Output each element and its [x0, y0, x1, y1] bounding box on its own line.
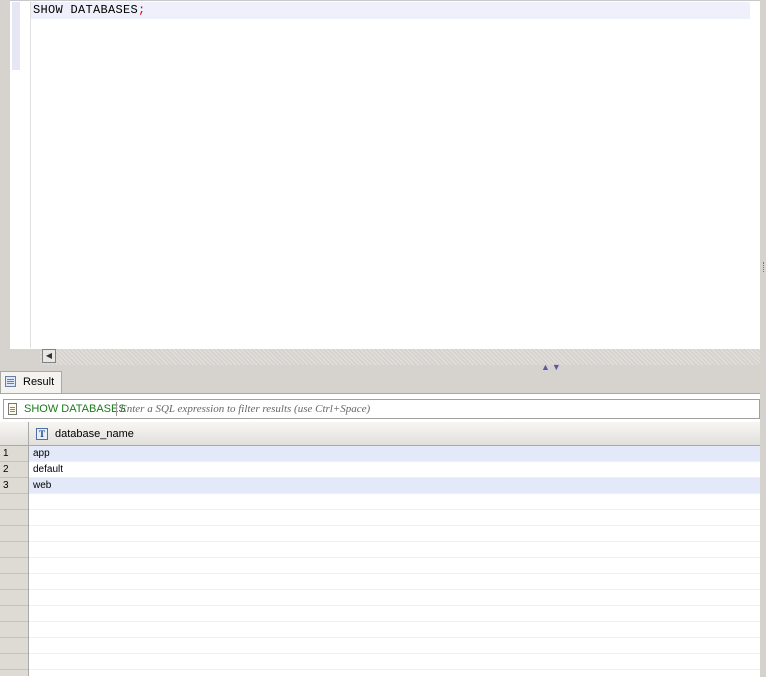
result-filter-bar: SHOW DATABASES	[3, 399, 760, 419]
filter-query-label[interactable]: SHOW DATABASES	[24, 403, 126, 415]
empty-row-number	[0, 606, 28, 622]
sql-statement[interactable]: SHOW DATABASES;	[33, 3, 146, 17]
column-header-label: database_name	[55, 428, 134, 440]
empty-row-number	[0, 622, 28, 638]
tab-result[interactable]: Result	[0, 371, 62, 393]
grid-rows: app default web	[29, 446, 760, 676]
grid-corner-cell[interactable]	[0, 422, 29, 446]
row-number[interactable]: 1	[0, 446, 28, 462]
table-row-cell[interactable]: web	[29, 478, 760, 494]
empty-row	[29, 542, 760, 558]
empty-row-number	[0, 558, 28, 574]
column-header-database-name[interactable]: T database_name	[29, 422, 760, 446]
tab-result-label: Result	[23, 376, 55, 388]
maximize-restore-arrows-icon[interactable]: ▲▼	[541, 362, 563, 372]
current-statement-marker	[12, 2, 20, 70]
empty-row-number	[0, 542, 28, 558]
empty-row	[29, 606, 760, 622]
empty-row	[29, 494, 760, 510]
empty-row-number	[0, 574, 28, 590]
empty-row	[29, 590, 760, 606]
empty-row-number	[0, 654, 28, 670]
row-number[interactable]: 3	[0, 478, 28, 494]
empty-row	[29, 558, 760, 574]
empty-row-number	[0, 494, 28, 510]
row-number[interactable]: 2	[0, 462, 28, 478]
empty-row	[29, 510, 760, 526]
filter-expression-input[interactable]	[120, 401, 740, 417]
empty-row	[29, 622, 760, 638]
editor-gutter-divider	[30, 0, 31, 348]
sql-keyword: SHOW DATABASES	[33, 3, 139, 17]
empty-row-number	[0, 590, 28, 606]
empty-row	[29, 638, 760, 654]
sql-terminator: ;	[138, 3, 146, 17]
empty-row-number	[0, 510, 28, 526]
table-row-cell[interactable]: default	[29, 462, 760, 478]
grid-header: T database_name	[0, 422, 760, 446]
text-type-icon: T	[36, 428, 48, 440]
sql-document-icon	[8, 403, 17, 415]
empty-row	[29, 574, 760, 590]
empty-row-number	[0, 526, 28, 542]
empty-row-number	[0, 638, 28, 654]
editor-left-margin	[0, 0, 10, 350]
empty-row	[29, 654, 760, 670]
table-row-cell[interactable]: app	[29, 446, 760, 462]
editor-text-area[interactable]	[10, 0, 760, 349]
table-grid-icon	[5, 376, 16, 387]
scroll-left-arrow-icon[interactable]: ◀	[42, 349, 56, 363]
row-number-column: 1 2 3	[0, 446, 29, 676]
empty-row	[29, 526, 760, 542]
sql-editor[interactable]: SHOW DATABASES;	[0, 0, 760, 350]
result-grid[interactable]: T database_name 1 2 3 app default web	[0, 422, 760, 676]
filter-divider	[116, 402, 117, 416]
editor-horizontal-scrollbar[interactable]	[40, 349, 760, 365]
